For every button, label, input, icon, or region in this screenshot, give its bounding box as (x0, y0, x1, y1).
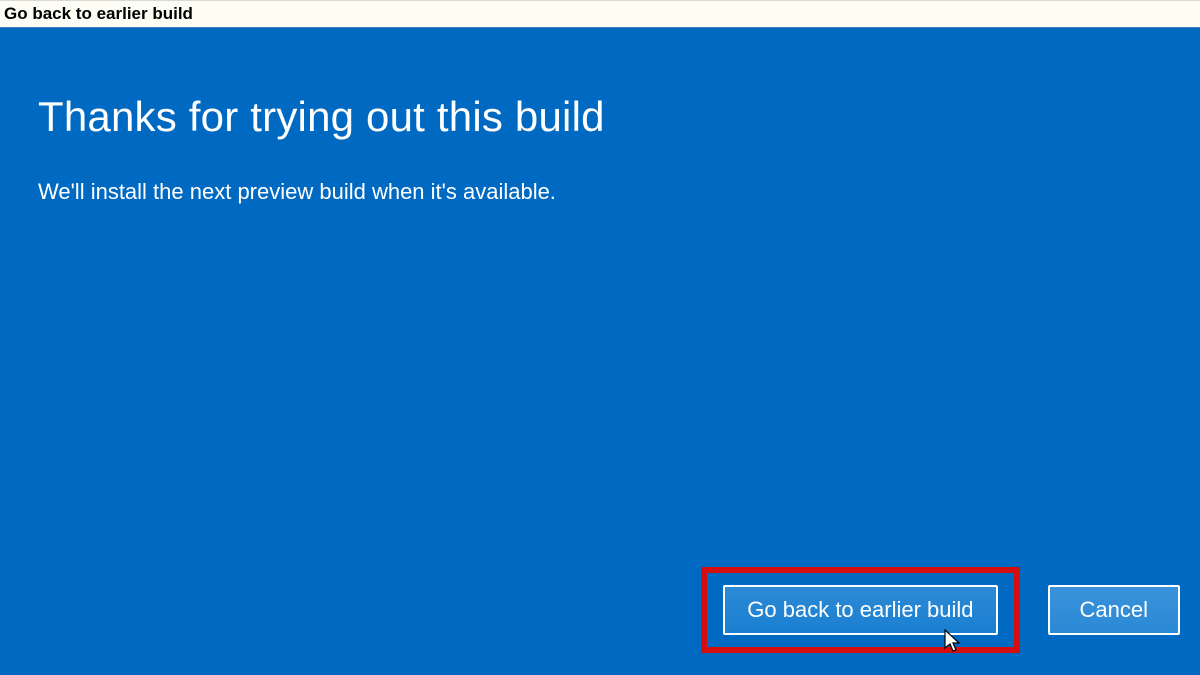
cancel-button[interactable]: Cancel (1048, 585, 1180, 635)
highlight-annotation: Go back to earlier build (701, 567, 1019, 653)
page-subtext: We'll install the next preview build whe… (38, 179, 1162, 205)
window-title: Go back to earlier build (4, 4, 193, 24)
go-back-button[interactable]: Go back to earlier build (723, 585, 997, 635)
button-row: Go back to earlier build Cancel (701, 567, 1180, 653)
page-heading: Thanks for trying out this build (38, 93, 1162, 141)
window-title-bar: Go back to earlier build (0, 0, 1200, 28)
content-area: Thanks for trying out this build We'll i… (0, 28, 1200, 675)
